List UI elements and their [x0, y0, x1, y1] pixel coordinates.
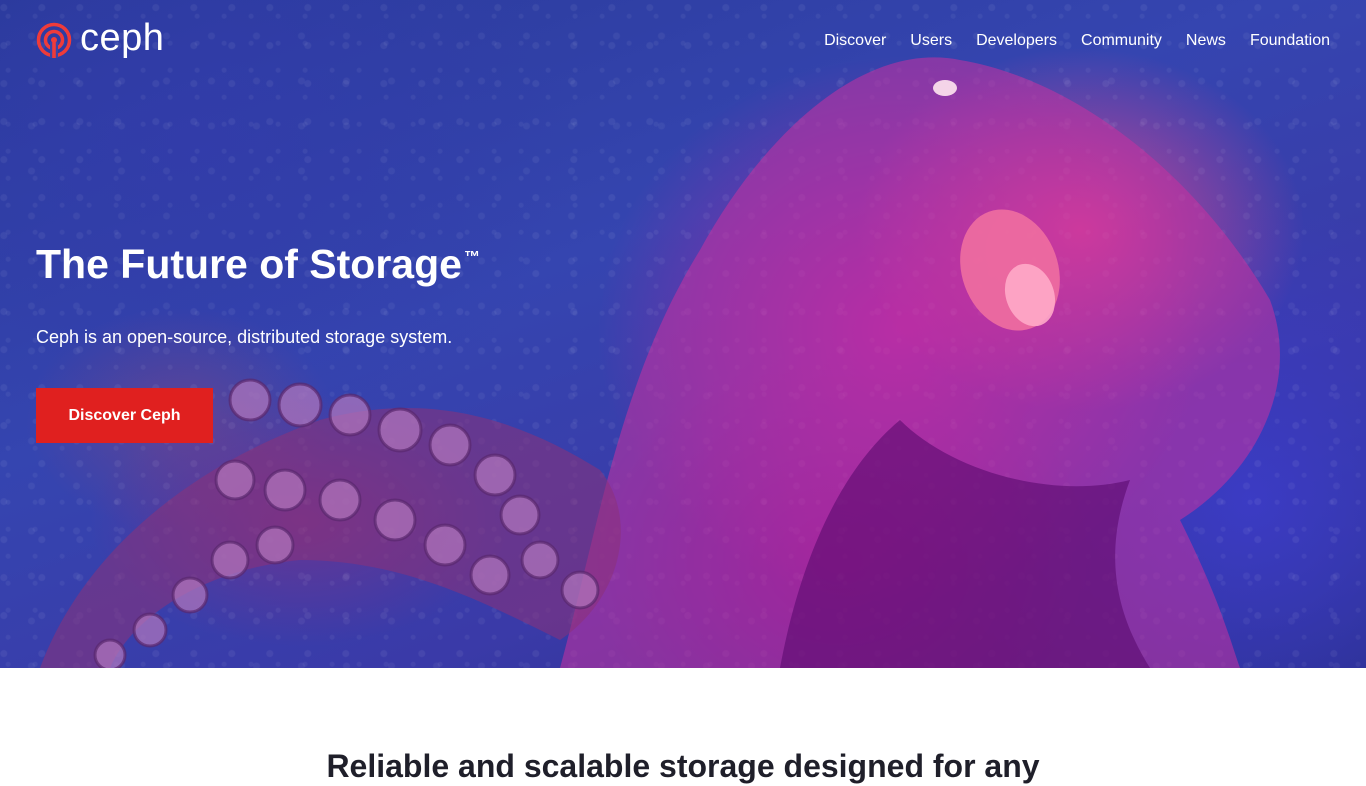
ceph-logo-link[interactable]: ceph — [36, 17, 165, 59]
top-navigation: ceph Discover Users Developers Community… — [0, 0, 1366, 82]
section-heading: Reliable and scalable storage designed f… — [326, 748, 1040, 784]
trademark-symbol: ™ — [463, 249, 480, 266]
logo-wordmark: ceph — [80, 17, 165, 59]
nav-menu: Discover Users Developers Community News… — [824, 31, 1330, 51]
nav-item-foundation[interactable]: Foundation — [1250, 31, 1330, 51]
hero-subtitle: Ceph is an open-source, distributed stor… — [36, 327, 453, 347]
hero-title: The Future of Storage ™ — [36, 240, 480, 288]
hero-section: ceph Discover Users Developers Community… — [0, 0, 1366, 668]
nav-item-discover[interactable]: Discover — [824, 31, 886, 51]
discover-ceph-button[interactable]: Discover Ceph — [36, 388, 213, 443]
ceph-logo-icon — [36, 22, 72, 58]
nav-item-developers[interactable]: Developers — [976, 31, 1057, 51]
nav-item-news[interactable]: News — [1186, 31, 1226, 51]
nav-item-users[interactable]: Users — [910, 31, 952, 51]
hero-title-text: The Future of Storage — [36, 241, 462, 287]
nav-item-community[interactable]: Community — [1081, 31, 1162, 51]
